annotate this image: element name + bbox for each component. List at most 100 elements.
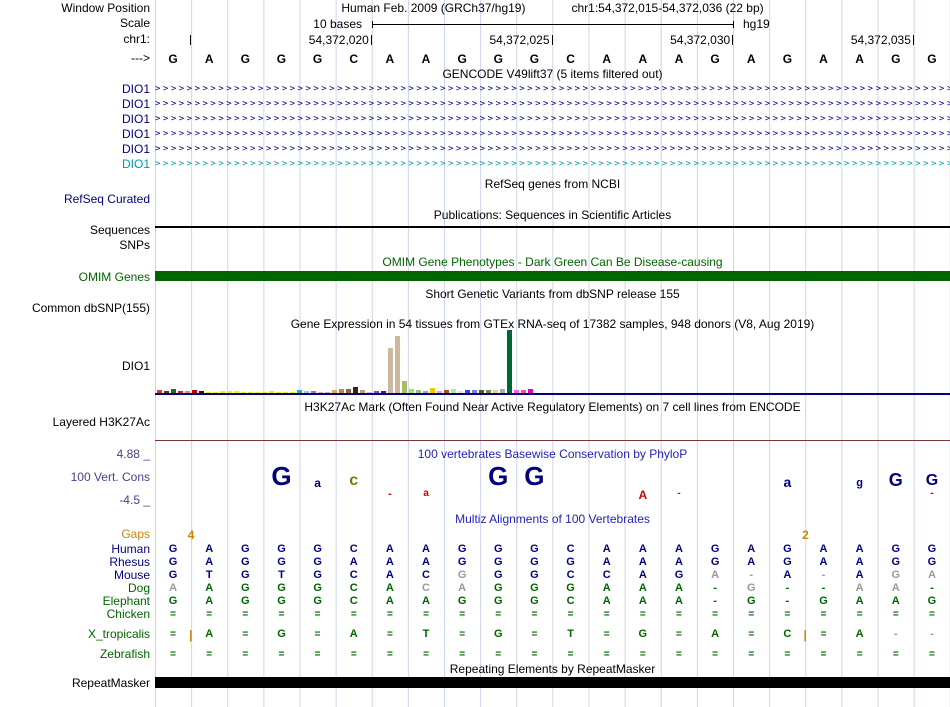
sequences-track-item[interactable] [155, 226, 950, 228]
alignment-base: G [494, 543, 503, 555]
gtex-bar[interactable] [276, 392, 281, 393]
alignment-base: A [855, 556, 864, 568]
gtex-bar[interactable] [346, 389, 351, 393]
gtex-bar[interactable] [178, 391, 183, 393]
gtex-bar[interactable] [339, 389, 344, 393]
gtex-bar[interactable] [409, 389, 414, 393]
species-label[interactable]: X_tropicalis [0, 628, 150, 641]
gaps-row-label[interactable]: Gaps [0, 528, 150, 541]
gtex-bar[interactable] [353, 387, 358, 393]
species-label[interactable]: Zebrafish [0, 648, 150, 661]
gtex-bar[interactable] [227, 391, 232, 393]
gtex-bar[interactable] [381, 391, 386, 393]
gencode-transcript[interactable]: >>>>>>>>>>>>>>>>>>>>>>>>>>>>>>>>>>>>>>>>… [155, 158, 950, 171]
gtex-bar[interactable] [360, 390, 365, 393]
gencode-item-label[interactable]: DIO1 [0, 98, 150, 111]
gtex-bar[interactable] [269, 391, 274, 393]
gtex-bar[interactable] [395, 336, 400, 393]
gtex-bar[interactable] [234, 391, 239, 393]
gtex-bar[interactable] [367, 392, 372, 393]
alignment-base: G [494, 628, 503, 640]
gtex-bar[interactable] [479, 390, 484, 393]
gencode-transcript[interactable]: >>>>>>>>>>>>>>>>>>>>>>>>>>>>>>>>>>>>>>>>… [155, 143, 950, 156]
gtex-bar[interactable] [283, 392, 288, 393]
gtex-bar[interactable] [374, 391, 379, 393]
alignment-base: G [313, 582, 322, 594]
gencode-item-label[interactable]: DIO1 [0, 143, 150, 156]
gtex-bar[interactable] [241, 392, 246, 393]
gtex-bar[interactable] [416, 390, 421, 393]
alignment-base: = [495, 609, 502, 620]
gtex-bar[interactable] [185, 391, 190, 393]
gtex-bar[interactable] [311, 391, 316, 393]
alignment-base: = [820, 649, 827, 660]
gtex-bar[interactable] [213, 392, 218, 393]
gtex-bar[interactable] [451, 389, 456, 393]
snps-label[interactable]: SNPs [0, 239, 150, 252]
gencode-transcript[interactable]: >>>>>>>>>>>>>>>>>>>>>>>>>>>>>>>>>>>>>>>>… [155, 113, 950, 126]
gtex-bar[interactable] [388, 348, 393, 393]
species-label[interactable]: Chicken [0, 608, 150, 621]
alignment-gap-count: 2 [802, 528, 809, 542]
gtex-bar[interactable] [521, 390, 526, 393]
omim-gene-bar[interactable] [155, 271, 950, 281]
gtex-bar[interactable] [486, 390, 491, 393]
alignment-base: A [711, 569, 720, 581]
gtex-bar[interactable] [423, 391, 428, 393]
common-dbsnp-label[interactable]: Common dbSNP(155) [0, 302, 150, 315]
alignment-base: G [168, 595, 178, 607]
base-letter: A [421, 52, 431, 66]
gtex-bar[interactable] [199, 391, 204, 393]
sequences-label[interactable]: Sequences [0, 224, 150, 237]
gtex-bar[interactable] [472, 390, 477, 393]
gtex-bar[interactable] [297, 390, 302, 393]
refseq-curated-label[interactable]: RefSeq Curated [0, 193, 150, 206]
gencode-item-label[interactable]: DIO1 [0, 113, 150, 126]
gencode-item-label[interactable]: DIO1 [0, 83, 150, 96]
gtex-bar[interactable] [514, 390, 519, 393]
gtex-bar[interactable] [465, 390, 470, 393]
gtex-bar[interactable] [332, 390, 337, 393]
gtex-bar[interactable] [220, 391, 225, 393]
gtex-bar[interactable] [290, 392, 295, 393]
gtex-bar[interactable] [318, 392, 323, 393]
gtex-bar[interactable] [325, 392, 330, 393]
repeatmasker-bar[interactable] [155, 677, 950, 688]
alignment-base: A [205, 582, 214, 594]
gtex-bar[interactable] [157, 390, 162, 393]
gencode-item-label[interactable]: DIO1 [0, 158, 150, 171]
gtex-bar[interactable] [444, 390, 449, 393]
omim-genes-label[interactable]: OMIM Genes [0, 271, 150, 284]
alignment-base: = [567, 609, 574, 620]
gtex-bar[interactable] [507, 330, 512, 393]
gtex-bar[interactable] [500, 389, 505, 393]
gtex-bar[interactable] [304, 391, 309, 393]
gtex-bar[interactable] [262, 392, 267, 393]
gencode-transcript[interactable]: >>>>>>>>>>>>>>>>>>>>>>>>>>>>>>>>>>>>>>>>… [155, 128, 950, 141]
gtex-bar[interactable] [493, 390, 498, 393]
gtex-bar[interactable] [248, 392, 253, 393]
gtex-gene-label[interactable]: DIO1 [0, 360, 150, 373]
gencode-transcript[interactable]: >>>>>>>>>>>>>>>>>>>>>>>>>>>>>>>>>>>>>>>>… [155, 83, 950, 96]
gtex-bar[interactable] [458, 391, 463, 393]
gtex-bar[interactable] [164, 391, 169, 393]
alignment-base: G [566, 582, 575, 594]
gtex-bar[interactable] [192, 390, 197, 393]
gtex-bar[interactable] [528, 389, 533, 393]
gtex-bar[interactable] [171, 389, 176, 393]
gencode-item-label[interactable]: DIO1 [0, 128, 150, 141]
gtex-bar[interactable] [430, 388, 435, 393]
gtex-bar[interactable] [255, 392, 260, 393]
gencode-transcript[interactable]: >>>>>>>>>>>>>>>>>>>>>>>>>>>>>>>>>>>>>>>>… [155, 98, 950, 111]
ruler-tick [912, 35, 914, 45]
alignment-base: = [206, 609, 213, 620]
gtex-bar[interactable] [437, 391, 442, 393]
gtex-bar[interactable] [402, 381, 407, 393]
alignment-base: = [423, 649, 429, 660]
alignment-base: G [457, 543, 467, 555]
layered-h3k27ac-label[interactable]: Layered H3K27Ac [0, 416, 150, 429]
phylop-track-label[interactable]: 100 Vert. Cons [0, 471, 150, 484]
repeatmasker-label[interactable]: RepeatMasker [0, 677, 150, 690]
gtex-bar[interactable] [206, 392, 211, 393]
ruler-tick [190, 35, 192, 45]
